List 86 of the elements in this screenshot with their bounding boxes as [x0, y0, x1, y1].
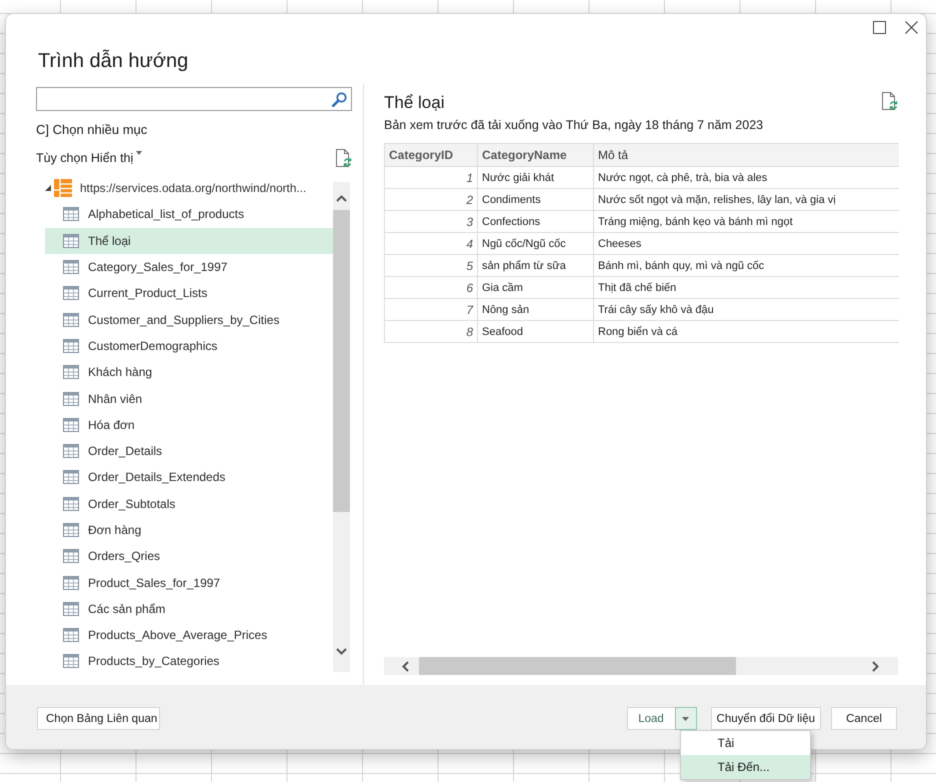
tree-item[interactable]: Orders_Qries — [45, 543, 333, 570]
tree-item[interactable]: Products_by_Categories — [45, 648, 333, 675]
chevron-right-icon[interactable] — [872, 660, 879, 672]
search-field[interactable] — [36, 87, 352, 111]
tree-item[interactable]: Khách hàng — [45, 359, 333, 386]
table-cell: 5 — [384, 254, 478, 276]
tree-item[interactable]: Order_Details — [45, 438, 333, 464]
preview-subtitle: Bản xem trước đã tải xuống vào Thứ Ba, ngày 18 tháng 7 năm 2023 — [384, 117, 764, 133]
search-icon[interactable] — [332, 92, 347, 106]
table-icon — [63, 470, 79, 484]
scrollbar-thumb[interactable] — [333, 210, 350, 512]
table-cell: 6 — [384, 276, 478, 298]
table-cell: Nước giải khát — [478, 166, 594, 188]
load-dropdown-button[interactable] — [674, 707, 697, 730]
table-icon — [63, 312, 79, 327]
table-cell: sản phẩm từ sữa — [478, 254, 594, 276]
table-icon — [63, 338, 79, 353]
table-cell: 4 — [384, 232, 478, 254]
menu-item[interactable]: Tải — [680, 731, 810, 755]
table-cell: Condiments — [478, 188, 594, 210]
caret-icon — [136, 151, 142, 155]
tree-item[interactable]: Nhân viên — [45, 385, 333, 412]
tree-item[interactable]: Products_Above_Average_Prices — [45, 622, 333, 648]
table-cell: Nông sản — [478, 298, 594, 320]
table-icon — [63, 207, 79, 222]
scrollbar-thumb[interactable] — [419, 657, 736, 675]
table-cell: 3 — [384, 210, 478, 232]
tree-item[interactable]: Product_Sales_for_1997 — [45, 569, 333, 596]
table-cell: 8 — [384, 320, 478, 342]
table-icon — [63, 260, 79, 274]
preview-title: Thể loại — [384, 92, 444, 114]
close-icon[interactable] — [905, 21, 918, 34]
display-options-button[interactable]: Tùy chọn Hiển thị — [36, 150, 142, 166]
table-icon — [63, 444, 79, 458]
chevron-up-icon[interactable] — [336, 195, 347, 202]
transform-data-button[interactable]: Chuyển đổi Dữ liệu — [710, 707, 821, 730]
maximize-icon[interactable] — [873, 21, 886, 34]
table-cell: Ngũ cốc/Ngũ cốc — [478, 232, 594, 254]
expander-icon[interactable] — [45, 185, 51, 192]
tree-item[interactable]: Order_Details_Extendeds — [45, 464, 333, 491]
table-icon — [63, 523, 79, 537]
tree-item[interactable]: Order_Subtotals — [45, 490, 333, 517]
table-icon — [63, 602, 79, 616]
table-cell: Gia cầm — [478, 276, 594, 298]
table-cell: 7 — [384, 298, 478, 320]
table-icon — [63, 628, 79, 642]
refresh-document-icon[interactable] — [881, 92, 898, 110]
table-cell: Confections — [478, 210, 594, 232]
tree-item[interactable]: Thể loại — [45, 228, 333, 254]
column-header: Mô tả — [594, 144, 898, 166]
table-icon — [63, 286, 79, 300]
select-related-button[interactable]: Chọn Bảng Liên quan — [37, 707, 160, 730]
tree-item[interactable]: Hóa đơn — [45, 412, 333, 438]
table-icon — [63, 234, 79, 248]
cancel-button[interactable]: Cancel — [831, 707, 897, 730]
dialog-title: Trình dẫn hướng — [38, 50, 188, 72]
tree-item[interactable]: Các sản phẩm — [45, 596, 333, 622]
load-button[interactable]: Load — [626, 707, 675, 730]
table-icon — [54, 179, 72, 198]
tree-item[interactable]: Category_Sales_for_1997 — [45, 254, 333, 280]
caret-icon — [682, 716, 690, 720]
table-cell: 2 — [384, 188, 478, 210]
table-icon — [63, 392, 79, 406]
tree-root-item[interactable]: https://services.odata.org/northwind/north... — [45, 175, 333, 202]
refresh-document-icon[interactable] — [335, 149, 352, 167]
tree-item[interactable]: Current_Product_Lists — [45, 280, 333, 306]
chevron-down-icon[interactable] — [336, 648, 347, 655]
table-icon — [63, 654, 79, 668]
tree-item[interactable]: Customer_and_Suppliers_by_Cities — [45, 306, 333, 333]
multi-select-option[interactable]: C] Chọn nhiều mục — [36, 122, 148, 138]
table-icon — [63, 576, 79, 590]
table-cell: Seafood — [478, 320, 594, 342]
table-icon — [63, 365, 79, 380]
chevron-left-icon[interactable] — [402, 660, 409, 672]
column-header: CategoryName — [478, 144, 594, 166]
table-icon — [63, 418, 79, 432]
vertical-scrollbar[interactable] — [333, 182, 350, 672]
table-icon — [63, 549, 79, 564]
tree-item[interactable]: Đơn hàng — [45, 516, 333, 544]
table-cell: 1 — [384, 166, 478, 188]
tree-item[interactable]: Alphabetical_list_of_products — [45, 201, 333, 228]
column-header: CategoryID — [384, 144, 478, 166]
menu-item[interactable]: Tải Đến... — [680, 755, 810, 779]
tree-item[interactable]: CustomerDemographics — [45, 332, 333, 360]
table-icon — [63, 496, 79, 511]
horizontal-scrollbar[interactable] — [384, 657, 898, 675]
